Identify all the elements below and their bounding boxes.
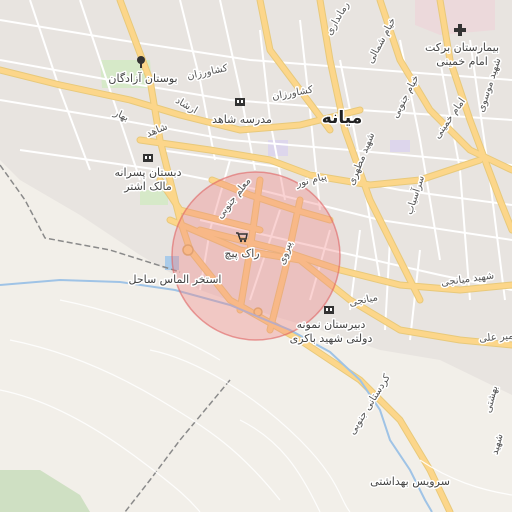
hospital-label-line1: بیمارستان برکت [425, 41, 499, 54]
school-malek-label-line2: مالک اشتر [123, 180, 172, 193]
school-area-2 [390, 140, 410, 152]
school-icon-malek[interactable] [143, 154, 153, 162]
health-label: سرویس بهداشتی [370, 475, 450, 488]
hospital-label-line2: امام خمینی [436, 55, 488, 68]
school-malek-label-line1: دبستان پسرانه [115, 166, 182, 179]
shop-label: راک پیچ [224, 247, 259, 260]
highschool-label-line1: دبیرستان نمونه [297, 318, 366, 331]
city-label: میانه [322, 108, 363, 128]
park-label: بوستان آزادگان [108, 71, 177, 85]
school-icon-bakeri[interactable] [324, 306, 334, 314]
school-icon[interactable] [235, 98, 245, 106]
pool-label: استخر الماس ساحل [128, 273, 221, 286]
map-view[interactable]: میانه بیمارستان برکت امام خمینی بوستان آ… [0, 0, 512, 512]
highschool-label-line2: دولتی شهید باکری [290, 332, 373, 345]
school-shahed-label: مدرسه شاهد [212, 113, 272, 126]
school-area [268, 140, 288, 156]
